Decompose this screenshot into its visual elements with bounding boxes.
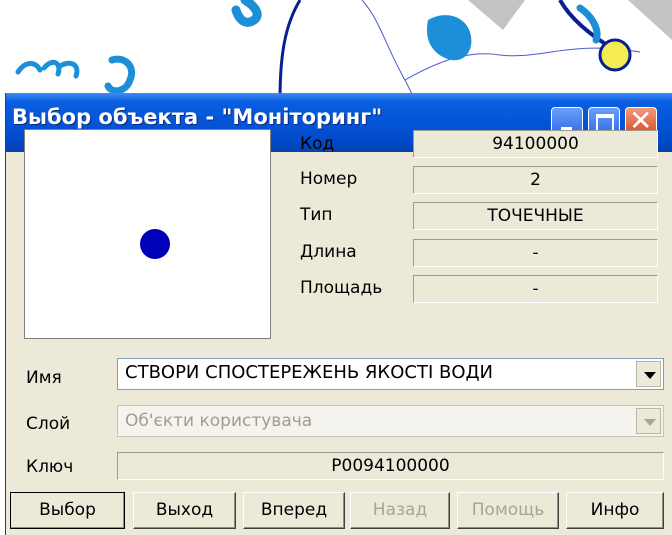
- back-button: Назад: [350, 492, 450, 529]
- window-title: Выбор объекта - "Моніторинг": [12, 105, 383, 129]
- layer-label: Слой: [26, 414, 71, 434]
- help-button: Помощь: [457, 492, 559, 529]
- map-background: [0, 0, 672, 100]
- type-field: ТОЧЕЧНЫЕ: [413, 202, 658, 230]
- layer-select: Об'єкти користувача: [117, 405, 664, 437]
- type-label: Тип: [300, 205, 333, 225]
- code-field: 94100000: [413, 130, 658, 158]
- number-field: 2: [413, 166, 658, 194]
- name-label: Имя: [26, 368, 62, 388]
- chevron-down-icon[interactable]: [636, 361, 661, 387]
- area-field: -: [413, 275, 658, 303]
- exit-button[interactable]: Выход: [133, 492, 236, 529]
- key-label: Ключ: [26, 457, 74, 477]
- area-label: Площадь: [300, 278, 383, 298]
- chevron-down-icon: [636, 408, 661, 434]
- length-field: -: [413, 239, 658, 267]
- layer-select-value: Об'єкти користувача: [125, 411, 313, 431]
- select-button[interactable]: Выбор: [10, 492, 125, 529]
- point-object-icon: [140, 229, 170, 259]
- forward-button[interactable]: Вперед: [243, 492, 345, 529]
- key-field: P0094100000: [117, 452, 664, 480]
- name-select-value: СТВОРИ СПОСТЕРЕЖЕНЬ ЯКОСТІ ВОДИ: [125, 362, 494, 383]
- object-preview: [24, 129, 271, 339]
- number-label: Номер: [300, 169, 358, 189]
- code-label: Код: [300, 134, 335, 154]
- name-select[interactable]: СТВОРИ СПОСТЕРЕЖЕНЬ ЯКОСТІ ВОДИ: [117, 358, 664, 390]
- length-label: Длина: [300, 242, 357, 262]
- info-button[interactable]: Инфо: [566, 492, 664, 529]
